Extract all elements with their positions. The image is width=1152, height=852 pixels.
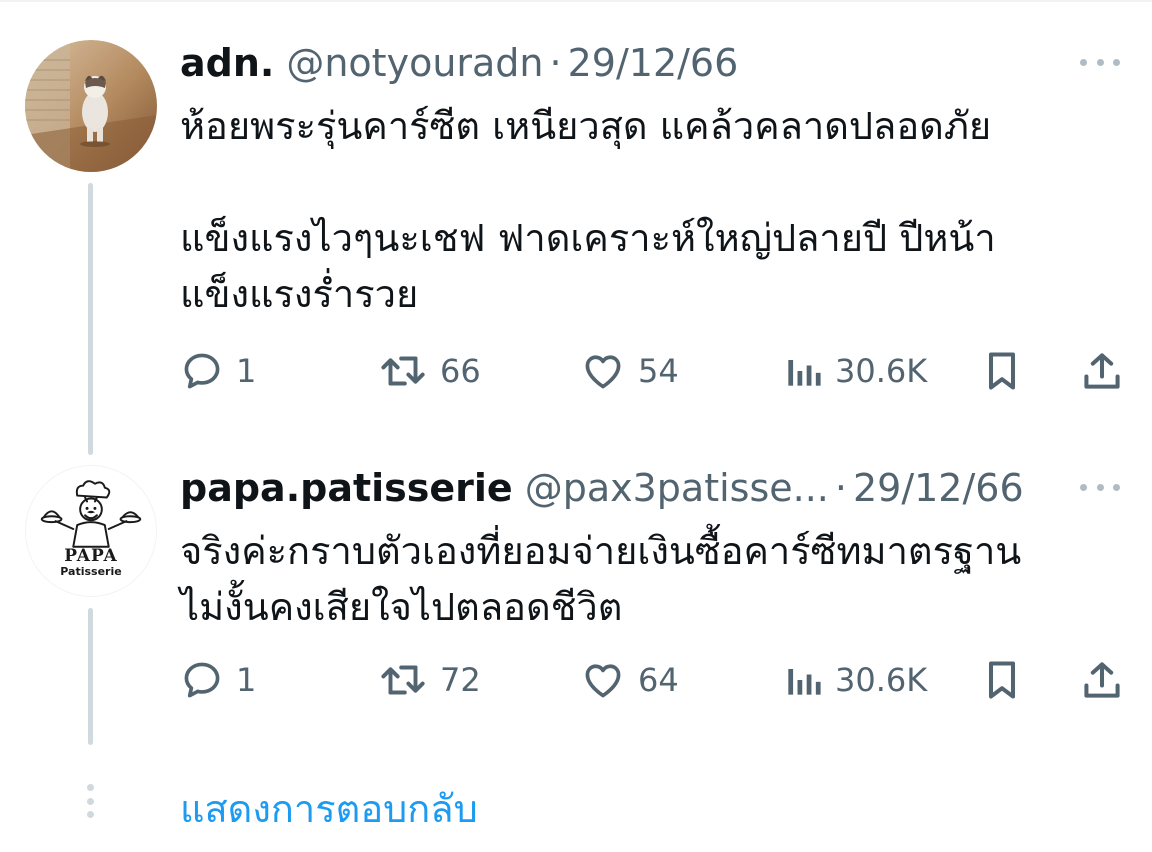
retweet-count: 66 bbox=[440, 352, 481, 390]
like-button[interactable]: 64 bbox=[580, 655, 679, 705]
heart-icon bbox=[585, 664, 621, 698]
avatar-papa-patisserie[interactable]: PAPA Patisserie bbox=[25, 465, 157, 597]
tweet-header: papa.patisserie @pax3patisse... · 29/12/… bbox=[180, 463, 1024, 513]
share-upload-icon bbox=[1084, 353, 1120, 389]
retweet-count: 72 bbox=[440, 661, 481, 699]
user-handle[interactable]: @pax3patisse... bbox=[525, 466, 829, 510]
separator-dot: · bbox=[549, 41, 562, 85]
tweet-2[interactable]: PAPA Patisserie papa.patisserie @pax3pat… bbox=[0, 450, 1152, 750]
tweet-date[interactable]: 29/12/66 bbox=[568, 41, 739, 85]
avatar-adn[interactable] bbox=[25, 40, 157, 172]
bookmark-button[interactable] bbox=[982, 346, 1022, 396]
views-button[interactable]: 30.6K bbox=[783, 655, 927, 705]
cat-photo-avatar bbox=[25, 40, 157, 172]
more-dots-icon[interactable] bbox=[1080, 50, 1120, 74]
retweet-icon bbox=[381, 665, 425, 695]
reply-count: 1 bbox=[236, 661, 257, 699]
tweet-text: ห้อยพระรุ่นคาร์ซีต เหนียวสุด แคล้วคลาดปล… bbox=[180, 98, 1130, 322]
like-count: 64 bbox=[638, 661, 679, 699]
tweet-text-line: แข็งแรงร่ำรวย bbox=[180, 272, 419, 316]
bookmark-button[interactable] bbox=[982, 655, 1022, 705]
display-name[interactable]: adn. bbox=[180, 41, 274, 85]
views-bar-chart-icon bbox=[788, 669, 821, 695]
views-bar-chart-icon bbox=[788, 360, 821, 386]
views-count: 30.6K bbox=[835, 661, 928, 699]
reply-button[interactable]: 1 bbox=[180, 346, 256, 396]
separator-dot: · bbox=[834, 466, 847, 510]
tweet-actions: 1 72 64 30.6K bbox=[0, 655, 1152, 705]
tweet-actions: 1 66 54 30.6K bbox=[0, 346, 1152, 396]
tweet-text-blank-line bbox=[180, 154, 1130, 210]
thread-connector bbox=[88, 183, 93, 455]
tweet-text-line: จริงค่ะกราบตัวเองที่ยอมจ่ายเงินซื้อคาร์ซ… bbox=[180, 529, 1022, 573]
like-count: 54 bbox=[638, 352, 679, 390]
display-name[interactable]: papa.patisserie bbox=[180, 466, 513, 510]
share-upload-icon bbox=[1084, 662, 1120, 698]
retweet-icon bbox=[381, 356, 425, 386]
logo-subtext: Patisserie bbox=[60, 565, 122, 578]
logo-text: PAPA bbox=[64, 546, 118, 566]
more-dots-icon[interactable] bbox=[1080, 475, 1120, 499]
retweet-button[interactable]: 72 bbox=[378, 655, 481, 705]
reply-bubble-icon bbox=[184, 662, 220, 698]
tweet-date[interactable]: 29/12/66 bbox=[853, 466, 1024, 510]
tweet-text-line: แข็งแรงไวๆนะเชฟ ฟาดเคราะห์ใหญ่ปลายปี ปีห… bbox=[180, 216, 996, 260]
tweet-1[interactable]: adn. @notyouradn · 29/12/66 ห้อยพระรุ่นค… bbox=[0, 0, 1152, 455]
tweet-text-line: ห้อยพระรุ่นคาร์ซีต เหนียวสุด แคล้วคลาดปล… bbox=[180, 104, 992, 148]
thread-continuation-dots bbox=[84, 784, 96, 818]
reply-button[interactable]: 1 bbox=[180, 655, 256, 705]
tweet-text-line: ไม่งั้นคงเสียใจไปตลอดชีวิต bbox=[180, 585, 623, 629]
share-button[interactable] bbox=[1080, 655, 1124, 705]
reply-count: 1 bbox=[236, 352, 257, 390]
bookmark-icon bbox=[988, 352, 1016, 390]
views-count: 30.6K bbox=[835, 352, 928, 390]
heart-icon bbox=[585, 355, 621, 389]
bookmark-icon bbox=[988, 661, 1016, 699]
tweet-text: จริงค่ะกราบตัวเองที่ยอมจ่ายเงินซื้อคาร์ซ… bbox=[180, 523, 1130, 635]
views-button[interactable]: 30.6K bbox=[783, 346, 927, 396]
like-button[interactable]: 54 bbox=[580, 346, 679, 396]
retweet-button[interactable]: 66 bbox=[378, 346, 481, 396]
tweet-header: adn. @notyouradn · 29/12/66 bbox=[180, 38, 738, 88]
show-replies-link[interactable]: แสดงการตอบกลับ bbox=[180, 778, 478, 839]
show-replies-row[interactable]: แสดงการตอบกลับ bbox=[0, 760, 1152, 840]
share-button[interactable] bbox=[1080, 346, 1124, 396]
user-handle[interactable]: @notyouradn bbox=[286, 41, 543, 85]
reply-bubble-icon bbox=[184, 353, 220, 389]
